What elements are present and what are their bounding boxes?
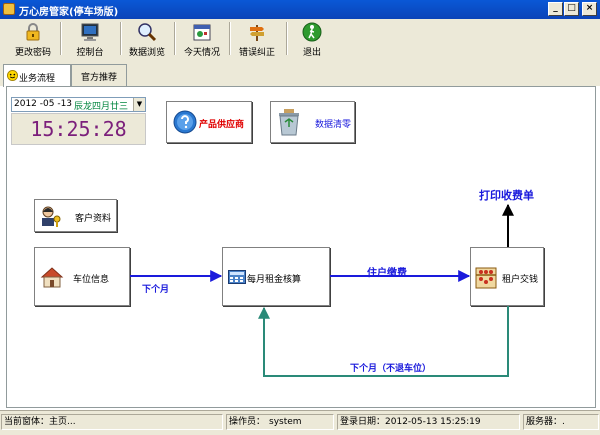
status-login-date: 登录日期：2012-05-13 15:25:19 (337, 414, 520, 430)
print-receipt-label[interactable]: 打印收费单 (479, 187, 534, 203)
next-month-no-refund-label: 下个月（不退车位） (350, 364, 432, 374)
status-server: 服务器：. (523, 414, 599, 430)
resident-payment-label: 住户缴费 (367, 268, 407, 279)
status-current-window: 当前窗体：主页... (1, 414, 223, 430)
next-month-label: 下个月 (142, 285, 170, 295)
status-bar: 当前窗体：主页... 操作员： system 登录日期：2012-05-13 15… (0, 410, 600, 435)
status-operator: 操作员： system (226, 414, 334, 430)
flow-arrows (130, 203, 514, 377)
